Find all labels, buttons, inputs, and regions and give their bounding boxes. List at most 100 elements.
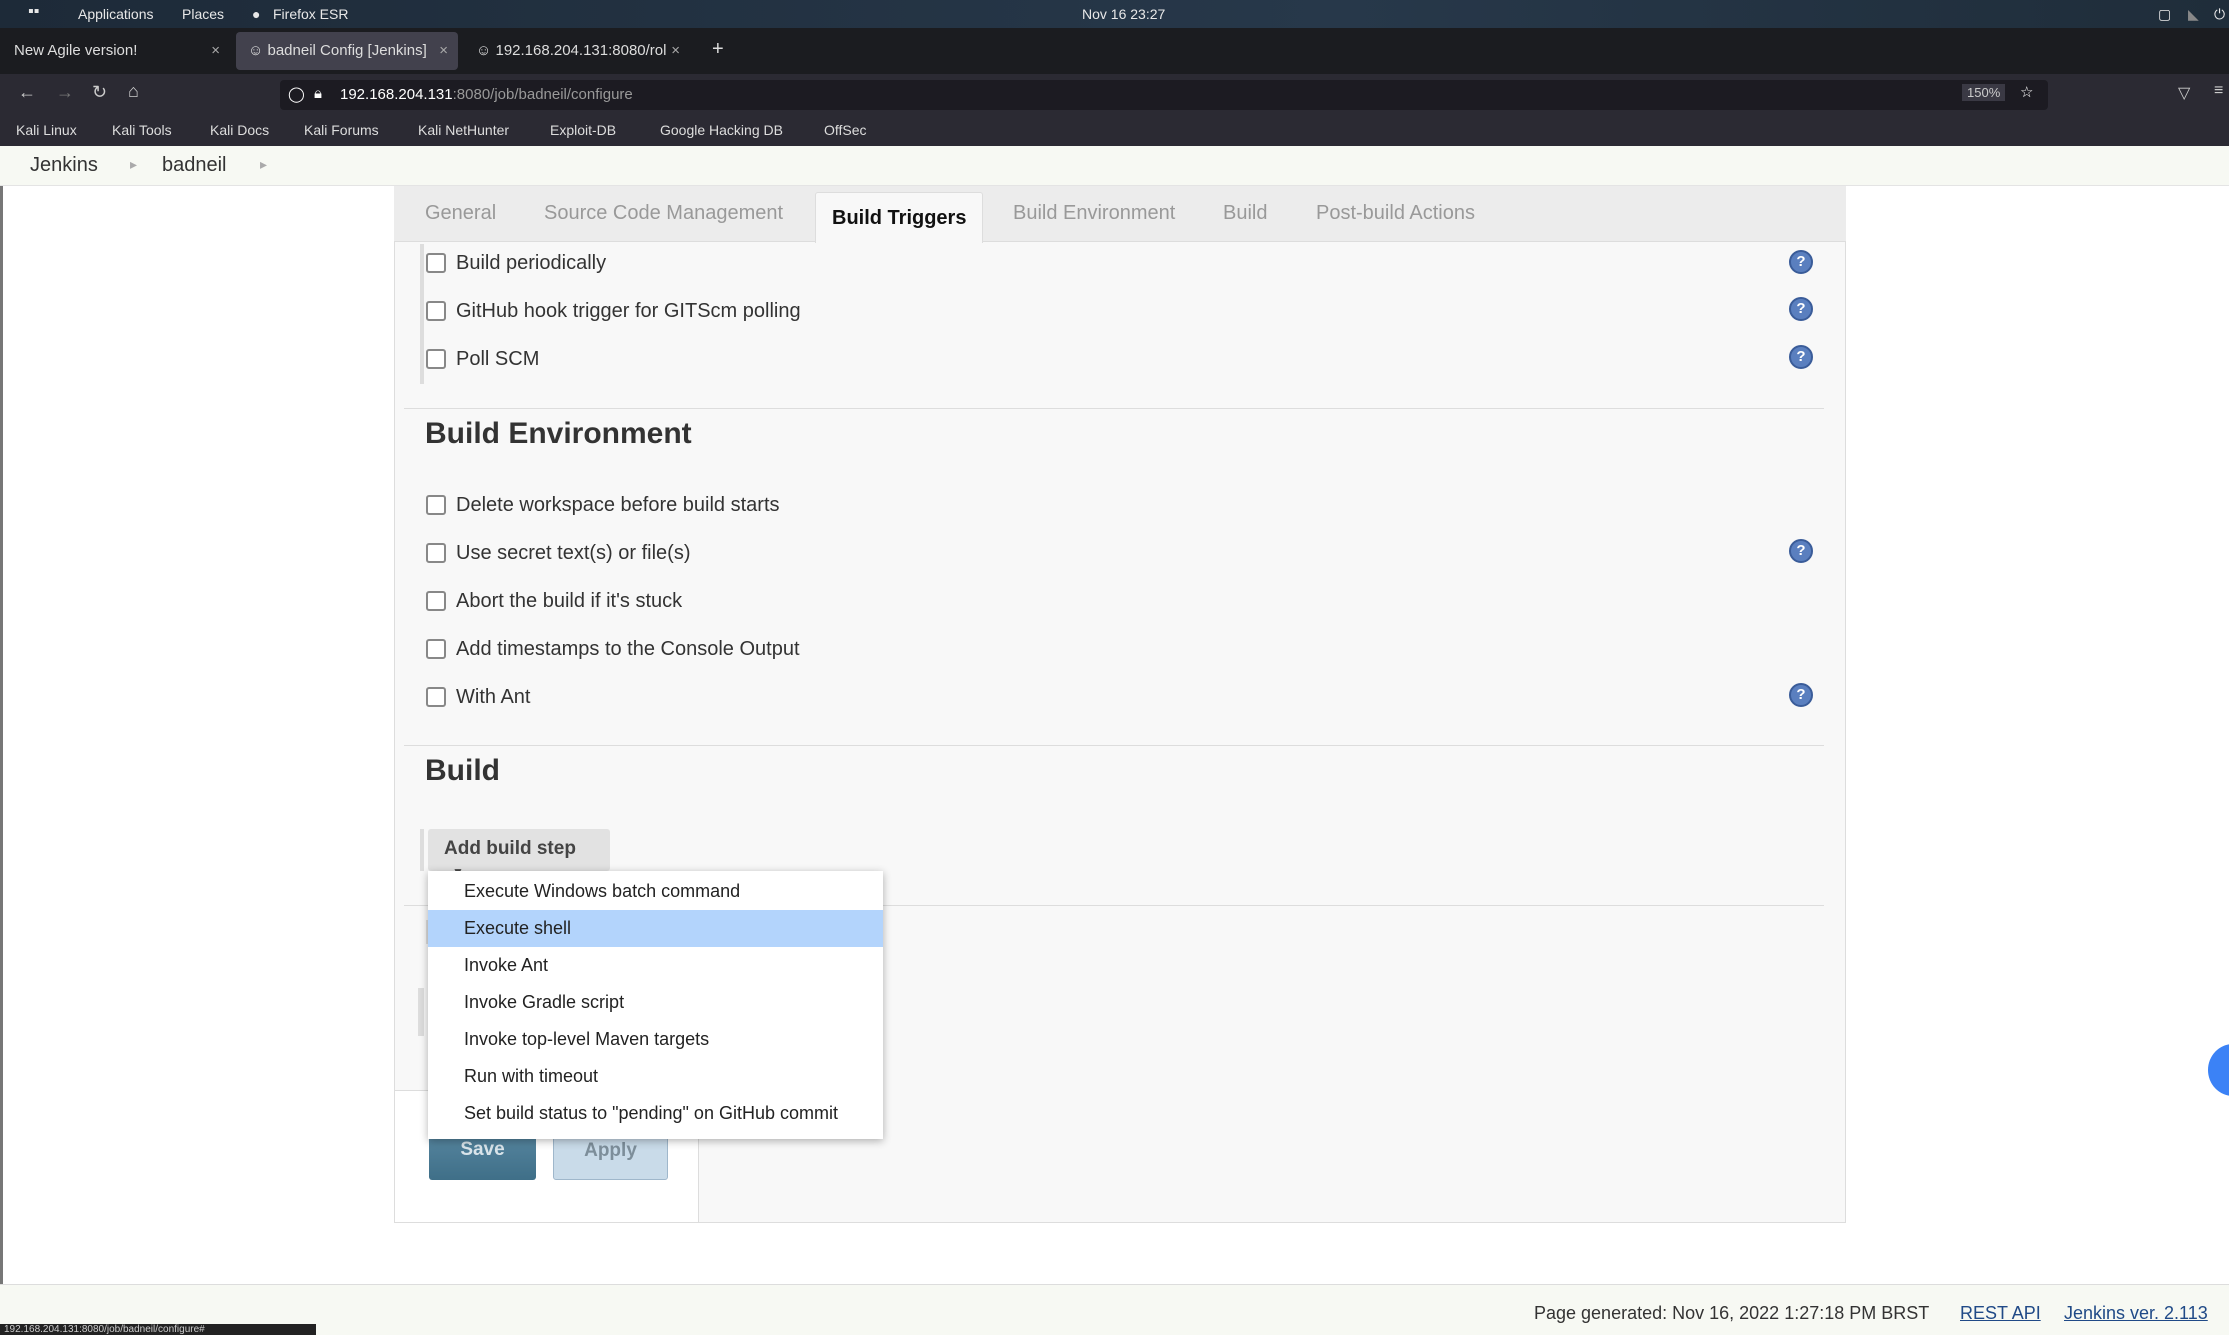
divider [404, 408, 1824, 409]
zoom-level[interactable]: 150% [1962, 84, 2006, 101]
checkbox[interactable] [426, 639, 446, 659]
home-icon[interactable]: ⌂ [128, 81, 139, 102]
help-icon[interactable]: ? [1789, 345, 1813, 369]
option-label: Add timestamps to the Console Output [456, 638, 800, 660]
browser-tab-bar: New Agile version! × ☺ badneil Config [Je… [0, 28, 2229, 74]
chevron-right-icon[interactable]: ▸ [260, 156, 267, 173]
page-generated: Page generated: Nov 16, 2022 1:27:18 PM … [1534, 1303, 1930, 1323]
tab-source-code-management[interactable]: Source Code Management [544, 202, 783, 225]
help-icon[interactable]: ? [1789, 683, 1813, 707]
bookmark-kali-docs[interactable]: Kali Docs [210, 122, 269, 138]
chevron-right-icon[interactable]: ▸ [130, 156, 137, 173]
network-icon[interactable]: ◣ [2188, 6, 2199, 23]
power-icon[interactable]: ⏻ [2214, 6, 2225, 23]
bookmarks-bar: Kali Linux Kali Tools Kali Docs Kali For… [0, 114, 2229, 146]
option-label: Build periodically [456, 252, 607, 274]
jenkins-favicon-icon: ☺ [476, 42, 496, 59]
tab-title: New Agile version! [14, 42, 138, 59]
checkbox[interactable] [426, 591, 446, 611]
url-host: 192.168.204.131 [340, 86, 453, 103]
section-indicator [420, 829, 424, 871]
section-indicator [418, 988, 424, 1036]
window-icon[interactable]: ▢ [2158, 6, 2171, 23]
close-tab-icon[interactable]: × [211, 42, 220, 59]
tab-post-build-actions[interactable]: Post-build Actions [1316, 202, 1475, 225]
bookmark-google-hacking-db[interactable]: Google Hacking DB [660, 122, 783, 138]
breadcrumb-badneil[interactable]: badneil [162, 154, 227, 177]
close-tab-icon[interactable]: × [439, 42, 448, 59]
bookmark-exploit-db[interactable]: Exploit-DB [550, 122, 616, 138]
option-label: Poll SCM [456, 348, 540, 370]
checkbox[interactable] [426, 687, 446, 707]
back-icon[interactable]: ← [18, 82, 36, 103]
add-build-step-label: Add build step [444, 838, 576, 859]
checkbox[interactable] [426, 301, 446, 321]
section-title-build: Build [425, 754, 500, 787]
jenkins-version-link[interactable]: Jenkins ver. 2.113 [2064, 1303, 2208, 1324]
option-label: Abort the build if it's stuck [456, 590, 683, 612]
menu-item-run-with-timeout[interactable]: Run with timeout [428, 1058, 883, 1095]
page-footer: Page generated: Nov 16, 2022 1:27:18 PM … [0, 1284, 2229, 1335]
checkbox[interactable] [426, 495, 446, 515]
lock-icon[interactable]: 🔒︎ [314, 85, 322, 102]
forward-icon[interactable]: → [56, 82, 74, 103]
help-icon[interactable]: ? [1789, 250, 1813, 274]
browser-tab-active[interactable]: ☺ badneil Config [Jenkins] × [236, 32, 458, 70]
url-path: :8080/job/badneil/configure [452, 86, 633, 103]
jenkins-favicon-icon: ☺ [248, 42, 268, 59]
close-tab-icon[interactable]: × [671, 42, 680, 59]
build-step-menu: Execute Windows batch command Execute sh… [428, 871, 883, 1139]
bookmark-star-icon[interactable]: ☆ [2020, 83, 2033, 101]
shield-icon[interactable]: ◯ [288, 85, 305, 103]
places-menu[interactable]: Places [182, 6, 224, 22]
bookmark-kali-forums[interactable]: Kali Forums [304, 122, 379, 138]
menu-item-execute-windows-batch[interactable]: Execute Windows batch command [428, 873, 883, 910]
browser-tab[interactable]: ☺ 192.168.204.131:8080/rol × [464, 32, 690, 70]
menu-item-execute-shell[interactable]: Execute shell [428, 910, 883, 947]
pocket-icon[interactable]: ▽ [2178, 83, 2190, 103]
menu-item-invoke-maven[interactable]: Invoke top-level Maven targets [428, 1021, 883, 1058]
option-label: Use secret text(s) or file(s) [456, 542, 691, 564]
checkbox[interactable] [426, 253, 446, 273]
breadcrumb: Jenkins ▸ badneil ▸ [0, 146, 2229, 186]
tab-title: 192.168.204.131:8080/rol [495, 42, 667, 59]
browser-tab[interactable]: New Agile version! × [2, 32, 230, 70]
tab-build-environment[interactable]: Build Environment [1013, 202, 1175, 225]
checkbox[interactable] [426, 349, 446, 369]
help-icon[interactable]: ? [1789, 297, 1813, 321]
bookmark-kali-tools[interactable]: Kali Tools [112, 122, 172, 138]
bookmark-offsec[interactable]: OffSec [824, 122, 867, 138]
breadcrumb-jenkins[interactable]: Jenkins [30, 154, 98, 177]
firefox-app-label[interactable]: Firefox ESR [273, 6, 348, 22]
reload-icon[interactable]: ↻ [92, 82, 107, 103]
bookmark-kali-linux[interactable]: Kali Linux [16, 122, 77, 138]
app-grid-icon[interactable]: ▪▪ [28, 3, 39, 21]
option-label: Delete workspace before build starts [456, 494, 780, 516]
section-title-build-environment: Build Environment [425, 417, 692, 450]
browser-nav-bar: ← → ↻ ⌂ ◯ 🔒︎ 192.168.204.131:8080/job/ba… [0, 74, 2229, 114]
option-label: With Ant [456, 686, 531, 708]
tab-build-triggers[interactable]: Build Triggers [815, 192, 984, 243]
checkbox[interactable] [426, 543, 446, 563]
help-icon[interactable]: ? [1789, 539, 1813, 563]
bookmark-kali-nethunter[interactable]: Kali NetHunter [418, 122, 509, 138]
tab-build[interactable]: Build [1223, 202, 1267, 225]
menu-item-set-build-status[interactable]: Set build status to "pending" on GitHub … [428, 1095, 883, 1132]
firefox-icon: ● [252, 6, 261, 22]
menu-item-invoke-gradle[interactable]: Invoke Gradle script [428, 984, 883, 1021]
url-bar[interactable]: ◯ 🔒︎ 192.168.204.131:8080/job/badneil/co… [280, 80, 2048, 110]
new-tab-button[interactable]: + [700, 32, 736, 70]
divider [404, 745, 1824, 746]
add-build-step-button[interactable]: Add build step ▼ [428, 829, 610, 879]
applications-menu[interactable]: Applications [78, 6, 154, 22]
clock[interactable]: Nov 16 23:27 [1082, 6, 1165, 22]
link-status-bar: 192.168.204.131:8080/job/badneil/configu… [0, 1324, 316, 1335]
rest-api-link[interactable]: REST API [1960, 1303, 2041, 1324]
desktop-top-bar: ▪▪ Applications Places ● Firefox ESR Nov… [0, 0, 2229, 28]
option-label: GitHub hook trigger for GITScm polling [456, 300, 801, 322]
tab-title: badneil Config [Jenkins] [267, 42, 427, 59]
tab-general[interactable]: General [425, 202, 496, 225]
section-indicator [420, 244, 424, 384]
menu-item-invoke-ant[interactable]: Invoke Ant [428, 947, 883, 984]
menu-icon[interactable]: ≡ [2214, 82, 2223, 100]
